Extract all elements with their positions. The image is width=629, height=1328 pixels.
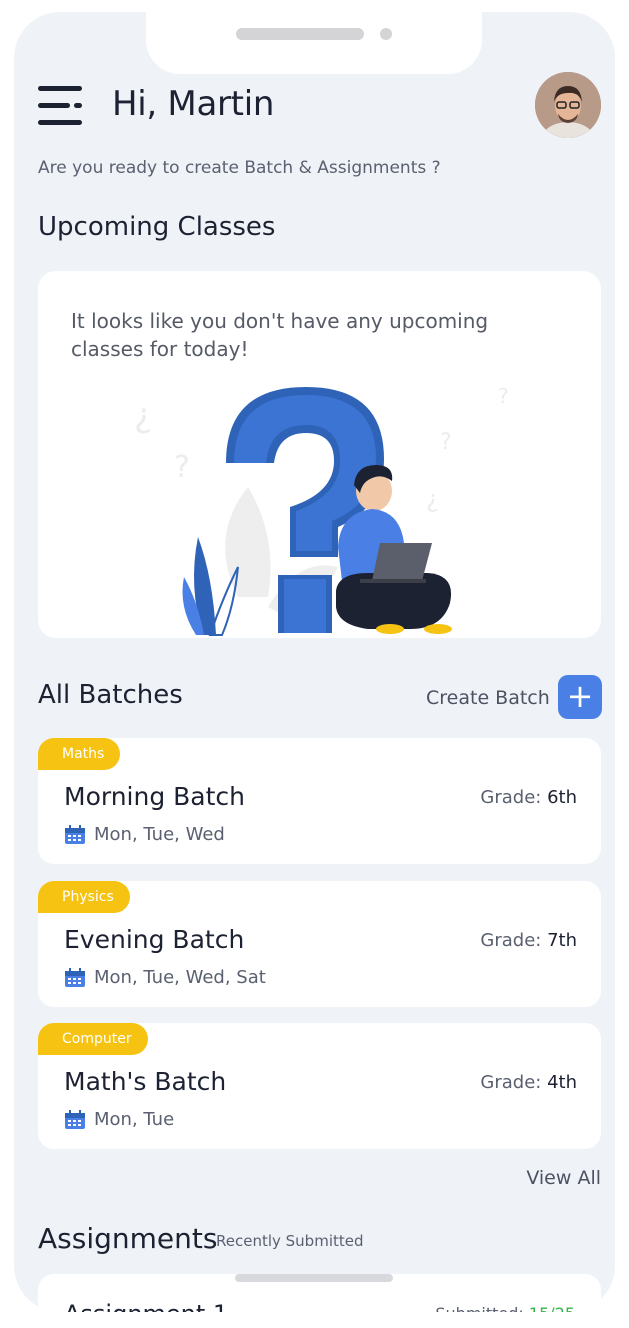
greeting-subtitle: Are you ready to create Batch & Assignme…	[38, 158, 441, 178]
phone-screen: Hi, Martin Are you ready to create Batch…	[14, 12, 615, 1312]
status-value: 15/25	[529, 1304, 575, 1312]
avatar[interactable]	[535, 72, 601, 138]
speaker-grille	[236, 28, 364, 40]
assignments-title: Assignments	[38, 1222, 218, 1255]
assignment-name: Assignment 1	[64, 1300, 228, 1312]
batch-card[interactable]: Physics Evening Batch Grade: 7th Mon, Tu…	[38, 881, 601, 1007]
all-batches-title: All Batches	[38, 680, 183, 710]
batch-grade: Grade: 6th	[480, 787, 577, 808]
grade-label: Grade:	[480, 1072, 542, 1093]
grade-label: Grade:	[480, 787, 542, 808]
calendar-icon	[65, 1110, 85, 1129]
assignment-status: Submitted: 15/25	[435, 1304, 575, 1312]
batch-name: Evening Batch	[64, 925, 245, 954]
home-indicator[interactable]	[235, 1274, 393, 1282]
greeting-title: Hi, Martin	[112, 84, 275, 124]
calendar-icon	[65, 968, 85, 987]
empty-state-message: It looks like you don't have any upcomin…	[71, 309, 489, 361]
batch-days: Mon, Tue	[94, 1109, 175, 1130]
batch-grade: Grade: 4th	[480, 1072, 577, 1093]
batch-card[interactable]: Maths Morning Batch Grade: 6th Mon, Tue,…	[38, 738, 601, 864]
batch-name: Math's Batch	[64, 1067, 227, 1096]
question-mark-illustration: ¿ ? ? ? ¿	[134, 384, 509, 636]
batch-card[interactable]: Computer Math's Batch Grade: 4th Mon, Tu…	[38, 1023, 601, 1149]
subject-tag: Maths	[38, 738, 121, 770]
create-batch-label[interactable]: Create Batch	[426, 687, 550, 709]
upcoming-classes-title: Upcoming Classes	[38, 212, 276, 242]
front-camera	[380, 28, 392, 40]
grade-value: 6th	[547, 787, 577, 808]
grade-value: 4th	[547, 1072, 577, 1093]
batch-days: Mon, Tue, Wed	[94, 824, 225, 845]
subject-tag: Computer	[38, 1023, 148, 1055]
batch-grade: Grade: 7th	[480, 930, 577, 951]
svg-text:?: ?	[498, 384, 509, 408]
device-notch	[146, 12, 482, 74]
batch-name: Morning Batch	[64, 782, 246, 811]
upcoming-classes-card: It looks like you don't have any upcomin…	[38, 271, 601, 638]
svg-text:¿: ¿	[426, 485, 439, 513]
create-batch-button[interactable]: +	[558, 675, 602, 719]
svg-text:?: ?	[440, 430, 452, 455]
menu-icon[interactable]	[38, 86, 84, 126]
svg-text:?: ?	[174, 450, 190, 485]
view-all-link[interactable]: View All	[526, 1167, 601, 1189]
subject-tag: Physics	[38, 881, 130, 913]
grade-label: Grade:	[480, 930, 542, 951]
status-label: Submitted:	[435, 1304, 523, 1312]
grade-value: 7th	[547, 930, 577, 951]
calendar-icon	[65, 825, 85, 844]
batch-days: Mon, Tue, Wed, Sat	[94, 967, 266, 988]
assignments-subtitle: Recently Submitted	[216, 1232, 364, 1250]
svg-text:¿: ¿	[134, 396, 152, 436]
